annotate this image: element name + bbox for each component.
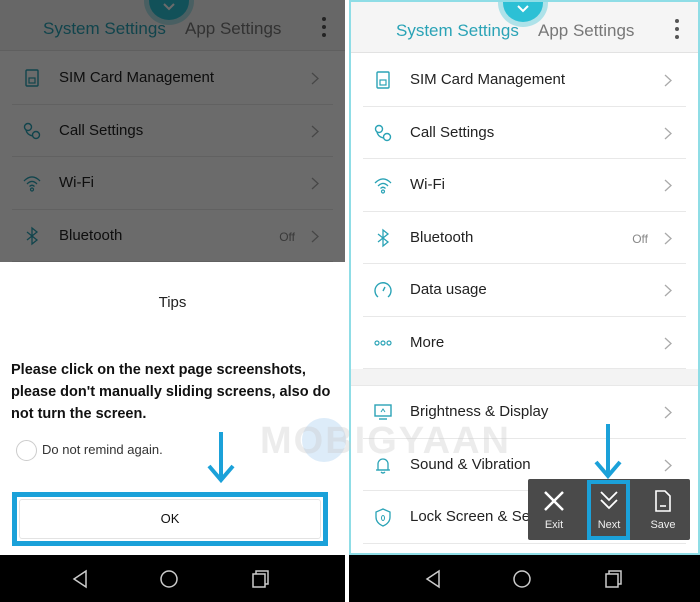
settings-item-bluetooth[interactable]: Bluetooth Off: [363, 212, 686, 264]
recents-icon[interactable]: [250, 569, 270, 589]
data-usage-icon: [374, 282, 392, 298]
settings-item-label: Call Settings: [410, 123, 495, 141]
chevron-right-icon: [664, 459, 672, 471]
settings-screen-right: System Settings App Settings SIM Card Ma…: [349, 0, 700, 555]
pull-down-handle[interactable]: [503, 2, 543, 22]
next-highlight-frame: [587, 480, 630, 540]
arrow-down-annotation-icon: [594, 424, 622, 480]
arrow-down-annotation-icon: [207, 432, 235, 484]
document-icon: [655, 490, 671, 512]
settings-item-more[interactable]: More: [363, 317, 686, 369]
chevron-right-icon: [664, 284, 672, 297]
settings-list: SIM Card Management Call Settings Wi-Fi Blu…: [351, 54, 698, 544]
shield-icon: [375, 508, 391, 527]
settings-item-label: Data usage: [410, 281, 487, 298]
settings-item-label: Wi-Fi: [410, 176, 445, 193]
back-icon[interactable]: [423, 569, 443, 589]
dialog-title: Tips: [158, 294, 187, 311]
ok-button[interactable]: OK: [19, 499, 321, 539]
chevron-right-icon: [664, 232, 672, 244]
chevron-right-icon: [664, 406, 672, 419]
save-label: Save: [650, 519, 676, 531]
save-button[interactable]: Save: [638, 479, 688, 540]
chevron-right-icon: [664, 179, 672, 192]
tab-bar: System Settings App Settings: [351, 2, 698, 53]
settings-item-label: Brightness & Display: [410, 403, 549, 420]
chevron-right-icon: [664, 74, 672, 87]
settings-item-wi-fi[interactable]: Wi-Fi: [363, 159, 686, 212]
settings-item-value: Off: [632, 231, 648, 246]
tab-system-settings[interactable]: System Settings: [396, 21, 519, 41]
wifi-icon: [374, 178, 392, 194]
display-icon: [374, 404, 392, 420]
settings-item-data-usage[interactable]: Data usage: [363, 264, 686, 317]
navigation-bar: [349, 555, 700, 602]
exit-label: Exit: [544, 519, 564, 531]
ok-highlight-frame: OK: [12, 492, 328, 546]
bluetooth-icon: [377, 228, 390, 247]
navigation-bar: [0, 555, 345, 602]
settings-item-label: Bluetooth: [410, 228, 474, 246]
exit-button[interactable]: Exit: [529, 479, 579, 540]
dialog-message: Please click on the next page screenshot…: [11, 362, 331, 422]
home-icon[interactable]: [159, 569, 179, 589]
chevron-down-icon: [517, 5, 529, 13]
back-icon[interactable]: [70, 569, 90, 589]
recents-icon[interactable]: [603, 569, 623, 589]
do-not-remind-label: Do not remind again.: [42, 442, 163, 457]
section-divider: [351, 369, 698, 386]
phone-icon: [374, 124, 392, 141]
chevron-right-icon: [664, 127, 672, 139]
overflow-menu-icon[interactable]: [674, 19, 680, 39]
settings-item-sim-card-management[interactable]: SIM Card Management: [363, 54, 686, 107]
close-icon: [544, 491, 564, 511]
tab-app-settings[interactable]: App Settings: [538, 21, 634, 41]
settings-screen-left: System Settings App Settings SIM Card Ma…: [0, 0, 345, 555]
left-phone-screen: System Settings App Settings SIM Card Ma…: [0, 0, 345, 602]
radio-circle[interactable]: [16, 440, 37, 461]
dim-overlay: [0, 0, 345, 262]
settings-item-call-settings[interactable]: Call Settings: [363, 107, 686, 159]
home-icon[interactable]: [512, 569, 532, 589]
chevron-right-icon: [664, 337, 672, 349]
sim-card-icon: [376, 71, 390, 89]
tips-dialog: Tips Please click on the next page scree…: [0, 262, 345, 555]
more-icon: [374, 339, 392, 346]
watermark-text: MOBIGYAAN: [260, 420, 511, 462]
settings-item-label: SIM Card Management: [410, 71, 566, 88]
settings-item-label: More: [410, 333, 445, 351]
